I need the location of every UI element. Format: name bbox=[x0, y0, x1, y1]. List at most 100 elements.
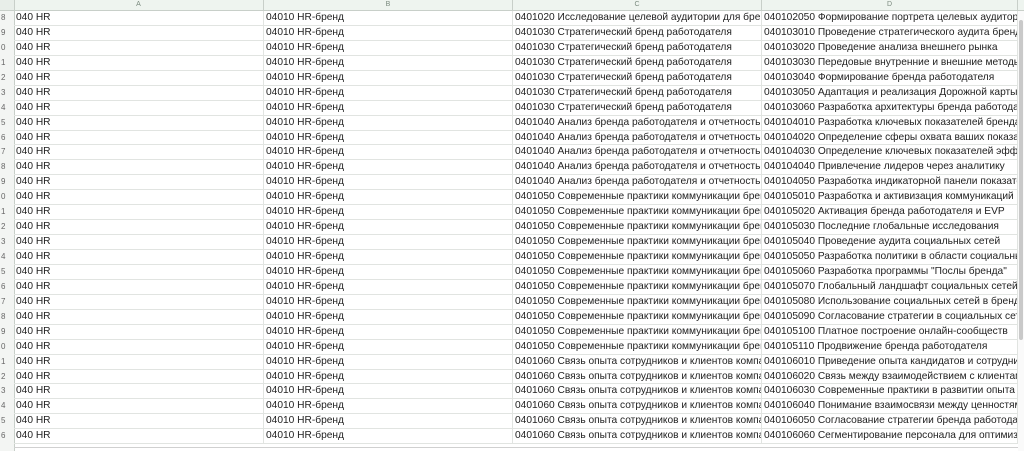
cell-col-d[interactable]: 040105100 Платное построение онлайн-сооб… bbox=[762, 324, 1018, 340]
cell-col-b[interactable]: 04010 HR-бренд bbox=[264, 384, 513, 400]
cell-col-a[interactable]: 040 HR bbox=[14, 11, 264, 26]
cell-col-b[interactable]: 04010 HR-бренд bbox=[264, 369, 513, 385]
cell-col-a[interactable]: 040 HR bbox=[14, 235, 264, 250]
cell-col-d[interactable]: 040103060 Разработка архитектуры бренда … bbox=[762, 100, 1018, 116]
row-number[interactable]: 7 bbox=[0, 145, 14, 160]
cell-col-b[interactable]: 04010 HR-бренд bbox=[264, 40, 513, 56]
cell-col-b[interactable]: 04010 HR-бренд bbox=[264, 309, 513, 325]
cell-col-c[interactable]: 0401050 Современные практики коммуникаци… bbox=[513, 309, 762, 325]
cell-col-c[interactable]: 0401030 Стратегический бренд работодател… bbox=[513, 25, 762, 41]
cell-col-a[interactable]: 040 HR bbox=[14, 309, 264, 325]
cell-col-d[interactable]: 040105010 Разработка и активизация комму… bbox=[762, 190, 1018, 206]
cell-col-a[interactable]: 040 HR bbox=[14, 25, 264, 41]
cell-col-c[interactable]: 0401050 Современные практики коммуникаци… bbox=[513, 339, 762, 355]
row-number[interactable]: 9 bbox=[0, 325, 14, 340]
cell-col-c[interactable]: 0401030 Стратегический бренд работодател… bbox=[513, 70, 762, 86]
row-number[interactable]: 3 bbox=[0, 86, 14, 101]
row-number[interactable]: 9 bbox=[0, 175, 14, 190]
cell-col-d[interactable]: 040105090 Согласование стратегии в социа… bbox=[762, 309, 1018, 325]
row-number[interactable]: 2 bbox=[0, 370, 14, 385]
cell-col-d[interactable]: 040105110 Продвижение бренда работодател… bbox=[762, 339, 1018, 355]
cell-col-b[interactable]: 04010 HR-бренд bbox=[264, 55, 513, 71]
cell-col-a[interactable]: 040 HR bbox=[14, 414, 264, 430]
cell-col-b[interactable]: 04010 HR-бренд bbox=[264, 190, 513, 206]
cell-col-b[interactable]: 04010 HR-бренд bbox=[264, 25, 513, 41]
cell-col-d[interactable]: 040105070 Глобальный ландшафт социальных… bbox=[762, 279, 1018, 295]
cell-col-c[interactable]: 0401030 Стратегический бренд работодател… bbox=[513, 40, 762, 56]
cell-col-a[interactable]: 040 HR bbox=[14, 294, 264, 310]
cell-col-d[interactable]: 040104010 Разработка ключевых показателе… bbox=[762, 115, 1018, 131]
row-number[interactable]: 9 bbox=[0, 26, 14, 41]
cell-col-b[interactable]: 04010 HR-бренд bbox=[264, 399, 513, 415]
cell-col-a[interactable]: 040 HR bbox=[14, 145, 264, 161]
cell-col-d[interactable]: 040105030 Последние глобальные исследова… bbox=[762, 220, 1018, 236]
row-number[interactable]: 1 bbox=[0, 56, 14, 71]
cell-col-a[interactable]: 040 HR bbox=[14, 250, 264, 265]
row-number[interactable]: 5 bbox=[0, 116, 14, 131]
row-number[interactable]: 0 bbox=[0, 340, 14, 355]
row-number[interactable]: 6 bbox=[0, 429, 14, 444]
cell-col-b[interactable]: 04010 HR-бренд bbox=[264, 235, 513, 250]
cell-col-d[interactable]: 040104030 Определение ключевых показател… bbox=[762, 145, 1018, 161]
cell-col-d[interactable]: 040102050 Формирование портрета целевых … bbox=[762, 11, 1018, 26]
cell-col-a[interactable]: 040 HR bbox=[14, 160, 264, 176]
cell-col-c[interactable]: 0401050 Современные практики коммуникаци… bbox=[513, 190, 762, 206]
cell-col-b[interactable]: 04010 HR-бренд bbox=[264, 85, 513, 101]
cell-col-d[interactable]: 040106040 Понимание взаимосвязи между це… bbox=[762, 399, 1018, 415]
row-number[interactable]: 4 bbox=[0, 399, 14, 414]
cell-col-c[interactable]: 0401040 Анализ бренда работодателя и отч… bbox=[513, 145, 762, 161]
cell-col-c[interactable]: 0401040 Анализ бренда работодателя и отч… bbox=[513, 130, 762, 146]
cell-col-c[interactable]: 0401060 Связь опыта сотрудников и клиент… bbox=[513, 414, 762, 430]
cell-col-b[interactable]: 04010 HR-бренд bbox=[264, 264, 513, 280]
row-number[interactable]: 3 bbox=[0, 235, 14, 250]
cell-col-a[interactable]: 040 HR bbox=[14, 220, 264, 236]
cell-col-d[interactable]: 040106050 Согласование стратегии бренда … bbox=[762, 414, 1018, 430]
cell-col-a[interactable]: 040 HR bbox=[14, 279, 264, 295]
select-all-corner[interactable] bbox=[0, 0, 15, 10]
cell-col-b[interactable]: 04010 HR-бренд bbox=[264, 100, 513, 116]
cell-col-a[interactable]: 040 HR bbox=[14, 354, 264, 370]
cell-col-c[interactable]: 0401050 Современные практики коммуникаци… bbox=[513, 250, 762, 265]
row-number[interactable]: 8 bbox=[0, 160, 14, 175]
cell-col-c[interactable]: 0401060 Связь опыта сотрудников и клиент… bbox=[513, 384, 762, 400]
cell-col-b[interactable]: 04010 HR-бренд bbox=[264, 205, 513, 221]
cell-col-a[interactable]: 040 HR bbox=[14, 369, 264, 385]
cell-col-d[interactable]: 040103040 Формирование бренда работодате… bbox=[762, 70, 1018, 86]
cell-col-a[interactable]: 040 HR bbox=[14, 264, 264, 280]
column-header-a[interactable]: A bbox=[14, 0, 264, 10]
cell-col-d[interactable]: 040104040 Привлечение лидеров через анал… bbox=[762, 160, 1018, 176]
cell-col-c[interactable]: 0401060 Связь опыта сотрудников и клиент… bbox=[513, 399, 762, 415]
cell-col-c[interactable]: 0401050 Современные практики коммуникаци… bbox=[513, 205, 762, 221]
cell-col-d[interactable]: 040106060 Сегментирование персонала для … bbox=[762, 429, 1018, 445]
cell-col-b[interactable]: 04010 HR-бренд bbox=[264, 414, 513, 430]
cell-col-a[interactable]: 040 HR bbox=[14, 399, 264, 415]
cell-col-a[interactable]: 040 HR bbox=[14, 85, 264, 101]
cell-col-b[interactable]: 04010 HR-бренд bbox=[264, 115, 513, 131]
cell-col-d[interactable]: 040105040 Проведение аудита социальных с… bbox=[762, 235, 1018, 250]
column-header-c[interactable]: C bbox=[513, 0, 762, 10]
cell-col-b[interactable]: 04010 HR-бренд bbox=[264, 250, 513, 265]
scrollbar-thumb[interactable] bbox=[1019, 20, 1023, 340]
cell-col-d[interactable]: 040106030 Современные практики в развити… bbox=[762, 384, 1018, 400]
cell-col-b[interactable]: 04010 HR-бренд bbox=[264, 429, 513, 445]
row-number[interactable]: 7 bbox=[0, 295, 14, 310]
cell-col-b[interactable]: 04010 HR-бренд bbox=[264, 279, 513, 295]
cell-col-b[interactable]: 04010 HR-бренд bbox=[264, 294, 513, 310]
row-number[interactable]: 0 bbox=[0, 190, 14, 205]
cell-col-a[interactable]: 040 HR bbox=[14, 429, 264, 445]
cell-col-a[interactable]: 040 HR bbox=[14, 384, 264, 400]
cell-col-a[interactable]: 040 HR bbox=[14, 324, 264, 340]
cell-col-c[interactable]: 0401030 Стратегический бренд работодател… bbox=[513, 100, 762, 116]
cell-col-b[interactable]: 04010 HR-бренд bbox=[264, 354, 513, 370]
cell-col-a[interactable]: 040 HR bbox=[14, 100, 264, 116]
cell-col-a[interactable]: 040 HR bbox=[14, 115, 264, 131]
row-number[interactable]: 0 bbox=[0, 41, 14, 56]
cell-col-c[interactable]: 0401050 Современные практики коммуникаци… bbox=[513, 279, 762, 295]
cell-col-b[interactable]: 04010 HR-бренд bbox=[264, 130, 513, 146]
cell-col-a[interactable]: 040 HR bbox=[14, 130, 264, 146]
cell-col-d[interactable]: 040105060 Разработка программы "Послы бр… bbox=[762, 264, 1018, 280]
cell-col-d[interactable]: 040104050 Разработка индикаторной панели… bbox=[762, 175, 1018, 191]
column-header-d[interactable]: D bbox=[762, 0, 1018, 10]
cell-col-a[interactable]: 040 HR bbox=[14, 40, 264, 56]
row-number[interactable]: 3 bbox=[0, 384, 14, 399]
